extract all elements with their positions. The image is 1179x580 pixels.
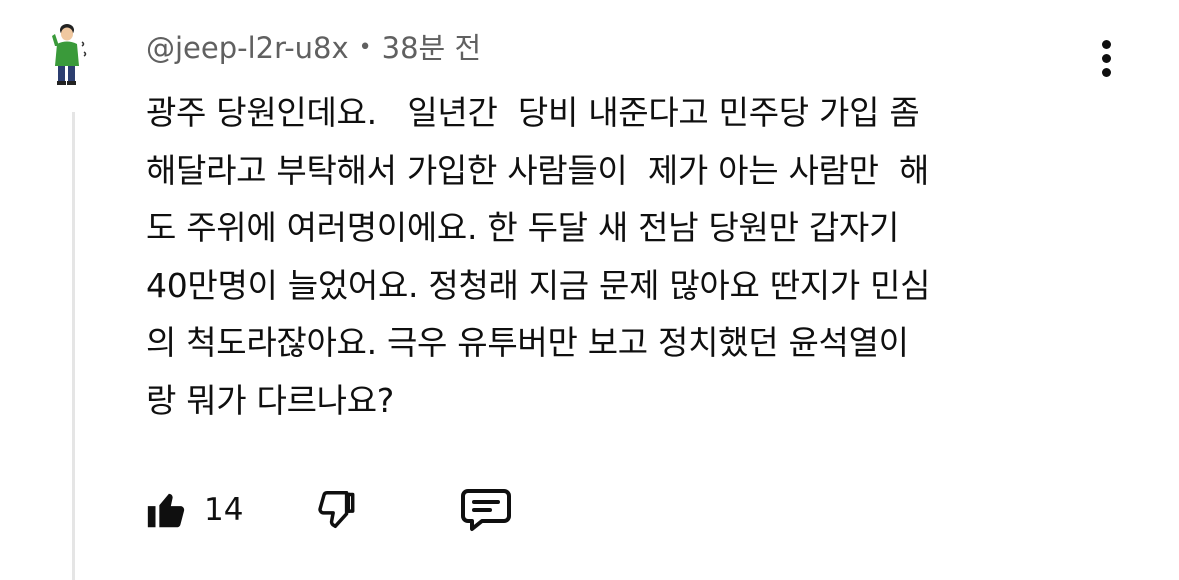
more-vert-icon[interactable] xyxy=(1093,40,1119,82)
comment-actions: 14 xyxy=(140,482,560,538)
comment-text: 광주 당원인데요. 일년간 당비 내준다고 민주당 가입 좀 해달라고 부탁해서… xyxy=(146,84,1106,429)
thumb-down-icon xyxy=(318,491,355,529)
comment-meta: @jeep-l2r-u8x • 38분 전 xyxy=(146,28,481,68)
meta-separator: • xyxy=(358,35,372,60)
comment-time[interactable]: 38분 전 xyxy=(382,31,481,65)
comment-line: 도 주위에 여러명이에요. 한 두달 새 전남 당원만 갑자기 xyxy=(146,208,900,247)
reply-button[interactable] xyxy=(458,482,514,538)
comment-line: 해달라고 부탁해서 가입한 사람들이 제가 아는 사람만 해 xyxy=(146,150,930,190)
avatar[interactable] xyxy=(52,22,92,86)
author-handle[interactable]: @jeep-l2r-u8x xyxy=(146,31,349,65)
thread-line xyxy=(72,112,75,580)
comment-line: 의 척도라잖아요. 극우 유투버만 보고 정치했던 윤석열이 xyxy=(146,323,909,362)
like-button[interactable]: 14 xyxy=(144,482,243,538)
comment-line: 랑 뭐가 다르나요? xyxy=(146,380,395,420)
comment-line: 40만명이 늘었어요. 정청래 지금 문제 많아요 딴지가 민심 xyxy=(146,265,931,305)
like-count: 14 xyxy=(204,492,244,528)
thumb-up-icon xyxy=(147,493,185,528)
comment-icon xyxy=(461,489,511,531)
comment-line: 광주 당원인데요. 일년간 당비 내준다고 민주당 가입 좀 xyxy=(146,93,920,132)
avatar-image xyxy=(52,24,87,85)
dislike-button[interactable] xyxy=(314,482,360,538)
